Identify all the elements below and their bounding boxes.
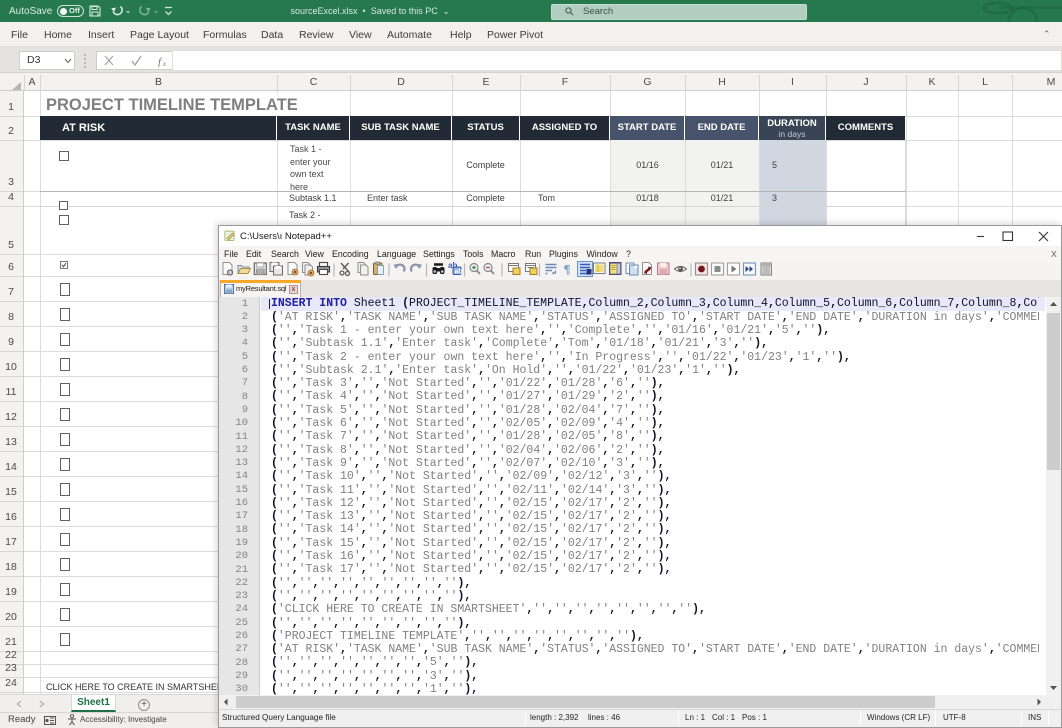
- svg-text:¶: ¶: [564, 262, 571, 277]
- svg-text:ab: ab: [455, 269, 463, 276]
- svg-text:x: x: [162, 60, 167, 67]
